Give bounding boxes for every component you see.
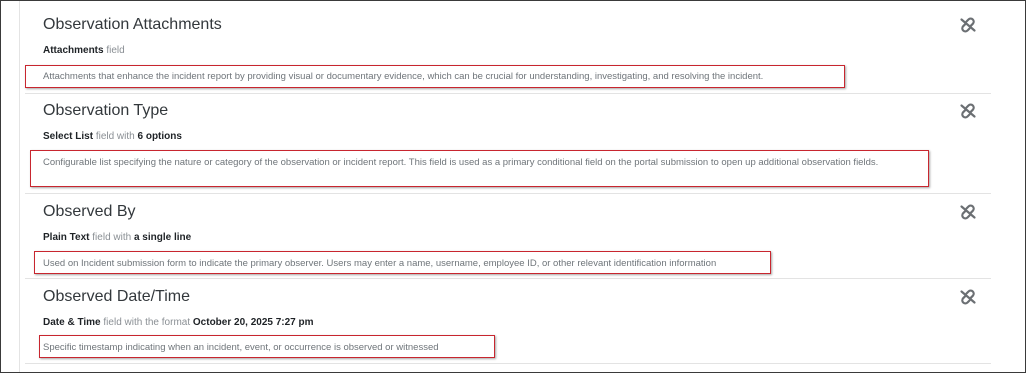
field-type-label: Attachments — [43, 45, 104, 56]
field-meta: Date & Time field with the format Octobe… — [43, 317, 314, 328]
field-row-observed-by[interactable]: Observed By Plain Text field with a sing… — [25, 193, 991, 279]
field-row-observation-type[interactable]: Observation Type Select List field with … — [25, 93, 991, 194]
field-type-label: Select List — [43, 131, 94, 142]
divider — [19, 1, 20, 372]
field-description: Attachments that enhance the incident re… — [43, 71, 764, 82]
field-description: Specific timestamp indicating when an in… — [43, 342, 439, 353]
field-detail: October 20, 2025 7:27 pm — [192, 317, 314, 328]
field-title: Observed By — [43, 203, 136, 220]
field-meta: Attachments field — [43, 45, 125, 56]
field-type-suffix: field with the format — [103, 317, 191, 328]
field-type-suffix: field — [106, 45, 125, 56]
unlink-icon[interactable] — [959, 289, 977, 305]
field-detail: 6 options — [137, 131, 182, 142]
unlink-icon[interactable] — [959, 204, 977, 220]
field-type-suffix: field with — [92, 232, 132, 243]
field-meta: Select List field with 6 options — [43, 131, 182, 142]
field-detail: a single line — [133, 232, 192, 243]
field-type-label: Plain Text — [43, 232, 90, 243]
unlink-icon[interactable] — [959, 103, 977, 119]
app-frame: Observation Attachments Attachments fiel… — [0, 0, 1026, 373]
field-description: Configurable list specifying the nature … — [43, 157, 879, 168]
field-description: Used on Incident submission form to indi… — [43, 258, 717, 269]
field-row-observation-attachments[interactable]: Observation Attachments Attachments fiel… — [25, 1, 991, 94]
field-row-observed-date-time[interactable]: Observed Date/Time Date & Time field wit… — [25, 278, 991, 364]
field-title: Observation Attachments — [43, 16, 222, 33]
field-meta: Plain Text field with a single line — [43, 232, 191, 243]
field-title: Observation Type — [43, 102, 169, 119]
field-title: Observed Date/Time — [43, 288, 191, 305]
unlink-icon[interactable] — [959, 17, 977, 33]
field-type-suffix: field with — [95, 131, 135, 142]
field-type-label: Date & Time — [43, 317, 101, 328]
